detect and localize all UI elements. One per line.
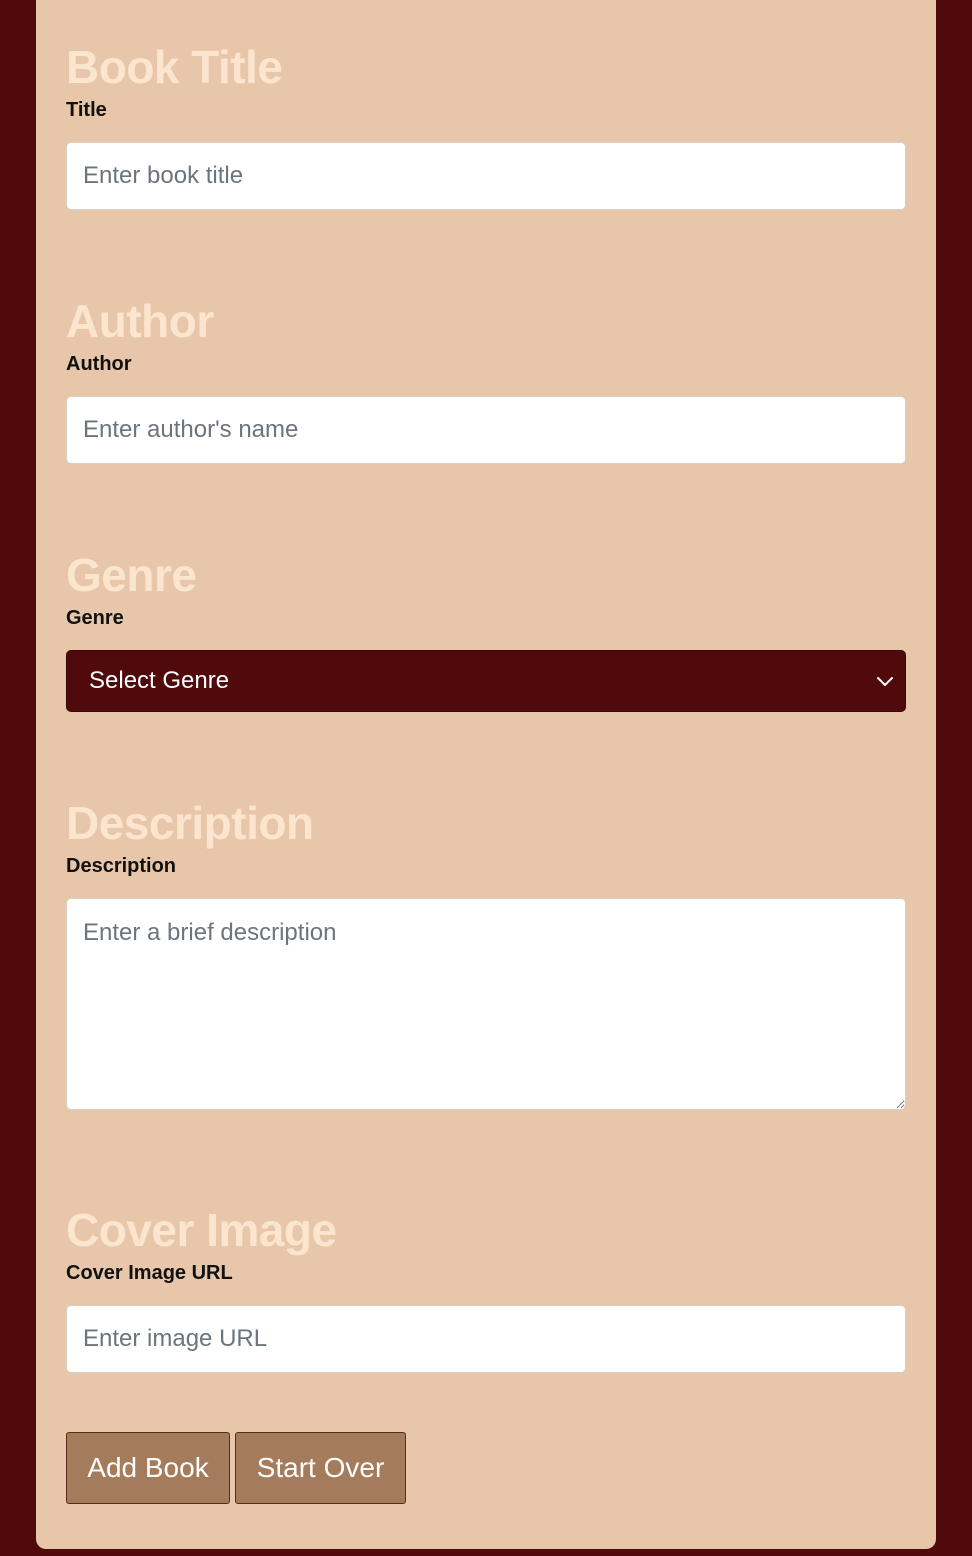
description-section: Description Description	[66, 797, 906, 1110]
genre-select-value: Select Genre	[89, 667, 230, 694]
cover-image-section: Cover Image Cover Image URL	[66, 1204, 906, 1373]
author-label: Author	[66, 353, 132, 375]
cover-image-label: Cover Image URL	[66, 1262, 233, 1284]
author-section: Author Author	[66, 295, 906, 464]
genre-section-heading: Genre	[66, 549, 197, 601]
start-over-button[interactable]: Start Over	[235, 1432, 406, 1504]
genre-section: Genre Genre Select Genre	[66, 549, 906, 712]
author-section-heading: Author	[66, 295, 214, 347]
title-input[interactable]	[66, 142, 906, 210]
genre-select[interactable]: Select Genre	[66, 650, 906, 712]
title-section: Book Title Title	[66, 41, 906, 210]
title-section-heading: Book Title	[66, 41, 283, 93]
description-section-heading: Description	[66, 797, 314, 849]
description-textarea[interactable]	[66, 898, 906, 1110]
add-book-button[interactable]: Add Book	[66, 1432, 230, 1504]
book-form-panel: Book Title Title Author Author Genre Gen…	[36, 0, 936, 1549]
title-label: Title	[66, 99, 107, 121]
author-input[interactable]	[66, 396, 906, 464]
chevron-down-icon	[877, 677, 893, 686]
cover-image-section-heading: Cover Image	[66, 1204, 337, 1256]
cover-image-url-input[interactable]	[66, 1305, 906, 1373]
genre-label: Genre	[66, 607, 124, 629]
description-label: Description	[66, 855, 177, 877]
